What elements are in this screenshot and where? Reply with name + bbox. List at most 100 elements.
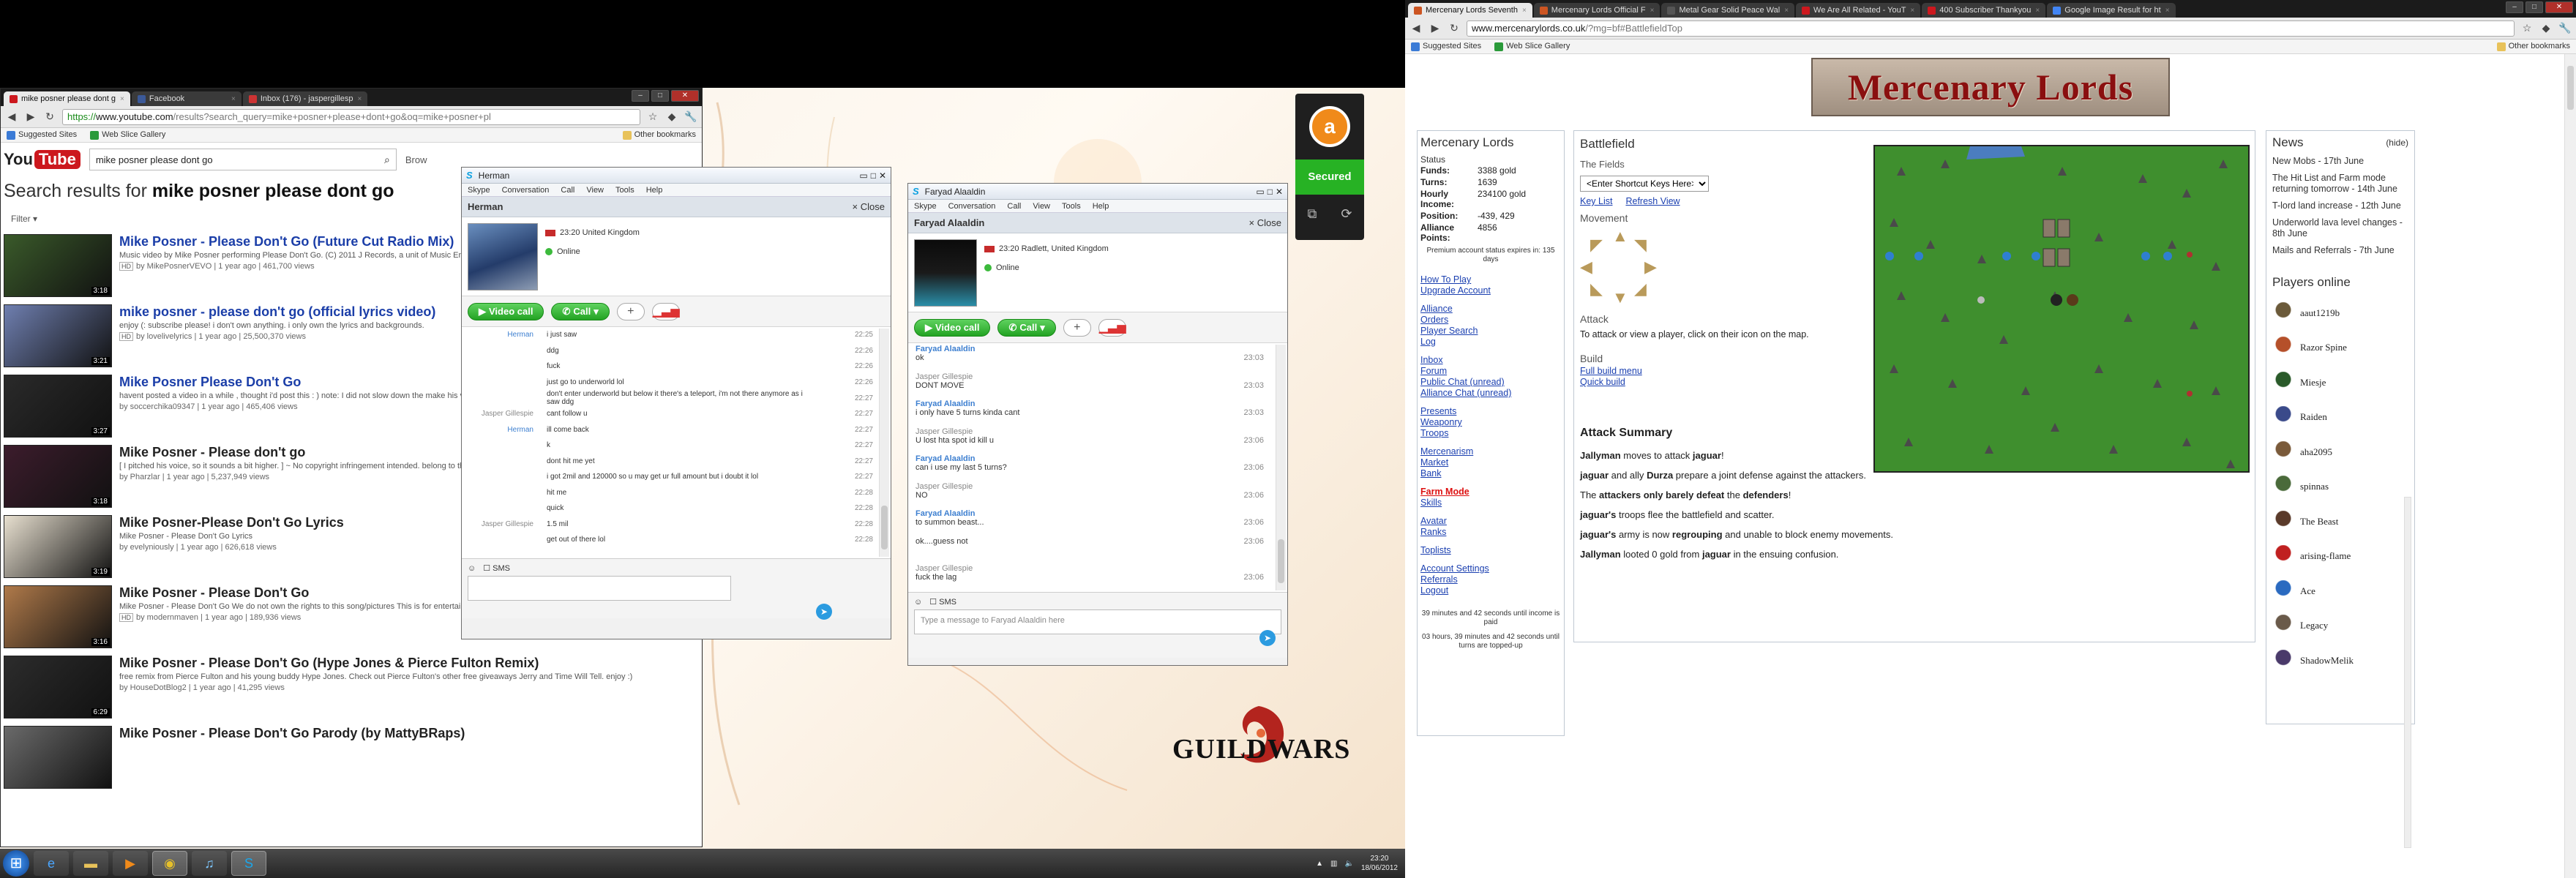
nav-link[interactable]: Skills: [1420, 498, 1561, 509]
tab-facebook[interactable]: Facebook ×: [131, 91, 242, 106]
maximize-icon[interactable]: □: [871, 170, 876, 181]
player-online[interactable]: Legacy: [2272, 609, 2408, 644]
players-scrollbar[interactable]: [2404, 497, 2411, 848]
player-name-link[interactable]: aaut1219b: [2300, 307, 2340, 319]
scrollbar-thumb[interactable]: [1278, 539, 1284, 583]
menu-help[interactable]: Help: [646, 186, 663, 195]
chat-scrollbar[interactable]: [1276, 345, 1286, 590]
scrollbar-thumb[interactable]: [2567, 66, 2574, 110]
move-northwest-icon[interactable]: ◤: [1590, 236, 1603, 255]
media-player-icon[interactable]: ▶: [113, 851, 148, 876]
browser-tab[interactable]: Metal Gear Solid Peace Wal ×: [1661, 3, 1795, 18]
call-quality-button[interactable]: ▁▃▅: [651, 302, 680, 320]
tab-youtube[interactable]: mike posner please dont g ×: [4, 91, 130, 106]
youtube-logo[interactable]: You Tube: [4, 150, 80, 169]
message-input[interactable]: [468, 576, 731, 601]
menu-conversation[interactable]: Conversation: [502, 186, 550, 195]
bookmark-suggested-sites[interactable]: Suggested Sites: [1411, 42, 1481, 51]
close-tab-icon[interactable]: ×: [227, 95, 236, 103]
refresh-icon[interactable]: ⟳: [1341, 206, 1352, 222]
skype-icon[interactable]: S: [231, 851, 266, 876]
minimize-icon[interactable]: –: [2506, 1, 2523, 13]
reload-icon[interactable]: ↻: [1448, 22, 1461, 34]
browser-tab[interactable]: 400 Subscriber Thankyou ×: [1922, 3, 2046, 18]
player-name-link[interactable]: aha2095: [2300, 446, 2332, 458]
nav-link[interactable]: Toplists: [1420, 545, 1561, 556]
news-link[interactable]: Underworld lava level changes: [2272, 217, 2397, 228]
video-thumbnail[interactable]: 3:19: [4, 515, 112, 578]
player-name-link[interactable]: ShadowMelik: [2300, 655, 2354, 667]
close-tab-icon[interactable]: ×: [1646, 7, 1655, 15]
player-name-link[interactable]: Miesje: [2300, 377, 2326, 389]
video-result[interactable]: 6:29 Mike Posner - Please Don't Go (Hype …: [1, 656, 702, 726]
add-contact-button[interactable]: +: [616, 302, 645, 320]
other-bookmarks[interactable]: Other bookmarks: [622, 130, 696, 140]
internet-explorer-icon[interactable]: e: [34, 851, 69, 876]
page-scrollbar[interactable]: [2564, 54, 2576, 878]
youtube-search-input[interactable]: mike posner please dont go ⌕: [89, 149, 397, 170]
news-link[interactable]: Mails and Referrals: [2272, 245, 2351, 255]
nav-link[interactable]: Public Chat (unread): [1420, 377, 1561, 388]
menu-tools[interactable]: Tools: [1062, 202, 1081, 211]
video-title-link[interactable]: Mike Posner-Please Don't Go Lyrics: [119, 515, 344, 530]
mercenary-lords-logo[interactable]: Mercenary Lords: [1811, 58, 2170, 116]
close-tab-icon[interactable]: ×: [116, 95, 124, 103]
star-icon[interactable]: ☆: [2520, 22, 2534, 34]
message-input[interactable]: Type a message to Faryad Alaaldin here: [914, 609, 1281, 634]
video-thumbnail[interactable]: 6:29: [4, 656, 112, 718]
move-south-icon[interactable]: ▼: [1612, 288, 1628, 307]
forward-icon[interactable]: ▶: [24, 110, 37, 123]
move-southeast-icon[interactable]: ◢: [1634, 279, 1647, 299]
player-name-link[interactable]: Razor Spine: [2300, 342, 2347, 353]
nav-link[interactable]: Ranks: [1420, 527, 1561, 538]
maximize-icon[interactable]: □: [651, 90, 669, 102]
star-icon[interactable]: ☆: [646, 110, 659, 123]
battlefield-map[interactable]: [1873, 145, 2250, 473]
player-online[interactable]: The Beast: [2272, 504, 2408, 539]
menu-call[interactable]: Call: [561, 186, 574, 195]
player-name-link[interactable]: Raiden: [2300, 411, 2327, 423]
close-tab-icon[interactable]: ×: [2031, 7, 2040, 15]
move-north-icon[interactable]: ▲: [1612, 227, 1628, 246]
player-online[interactable]: arising-flame: [2272, 539, 2408, 574]
hide-news-link[interactable]: (hide): [2386, 138, 2408, 148]
menu-skype[interactable]: Skype: [914, 202, 937, 211]
address-bar[interactable]: https://www.youtube.com/results?search_q…: [62, 108, 640, 125]
move-east-icon[interactable]: ▶: [1644, 258, 1657, 277]
menu-view[interactable]: View: [586, 186, 604, 195]
network-icon[interactable]: ▥: [1330, 860, 1337, 868]
player-online[interactable]: ShadowMelik: [2272, 643, 2408, 673]
close-tab-icon[interactable]: ×: [1906, 7, 1914, 15]
nav-link[interactable]: Avatar: [1420, 516, 1561, 527]
nav-link[interactable]: Inbox: [1420, 355, 1561, 366]
address-bar[interactable]: www.mercenarylords.co.uk/?mg=bf#Battlefi…: [1467, 20, 2515, 37]
menu-help[interactable]: Help: [1093, 202, 1109, 211]
move-west-icon[interactable]: ◀: [1580, 258, 1592, 277]
video-thumbnail[interactable]: 3:18: [4, 234, 112, 297]
bookmark-suggested-sites[interactable]: Suggested Sites: [7, 130, 77, 140]
menu-tools[interactable]: Tools: [615, 186, 634, 195]
extension-icon[interactable]: ◆: [2539, 22, 2553, 34]
bookmark-web-slice-gallery[interactable]: Web Slice Gallery: [1494, 42, 1570, 51]
player-online[interactable]: Raiden: [2272, 400, 2408, 435]
maximize-icon[interactable]: □: [1268, 187, 1273, 197]
player-unit-icon[interactable]: [2187, 391, 2193, 397]
nav-link[interactable]: Weaponry: [1420, 417, 1561, 428]
menu-conversation[interactable]: Conversation: [948, 202, 996, 211]
browser-tab[interactable]: Google Image Result for ht ×: [2047, 3, 2176, 18]
antivirus-status-widget[interactable]: a Secured ⧉ ⟳: [1295, 94, 1364, 240]
reload-icon[interactable]: ↻: [43, 110, 56, 123]
minimize-icon[interactable]: ▭: [1256, 187, 1264, 197]
sms-toggle[interactable]: ☐ SMS: [483, 563, 510, 573]
back-icon[interactable]: ◀: [1409, 22, 1423, 34]
close-window-icon[interactable]: ✕: [1276, 187, 1283, 197]
send-icon[interactable]: ➤: [1259, 630, 1276, 646]
video-thumbnail[interactable]: 3:18: [4, 445, 112, 508]
menu-view[interactable]: View: [1033, 202, 1050, 211]
shortcut-keys-input[interactable]: <Enter Shortcut Keys Here>: [1580, 176, 1709, 192]
close-window-icon[interactable]: ✕: [671, 90, 699, 102]
maximize-icon[interactable]: □: [2526, 1, 2543, 13]
move-southwest-icon[interactable]: ◣: [1590, 279, 1603, 299]
video-thumbnail[interactable]: [4, 726, 112, 789]
player-unit-icon[interactable]: [2051, 294, 2062, 306]
